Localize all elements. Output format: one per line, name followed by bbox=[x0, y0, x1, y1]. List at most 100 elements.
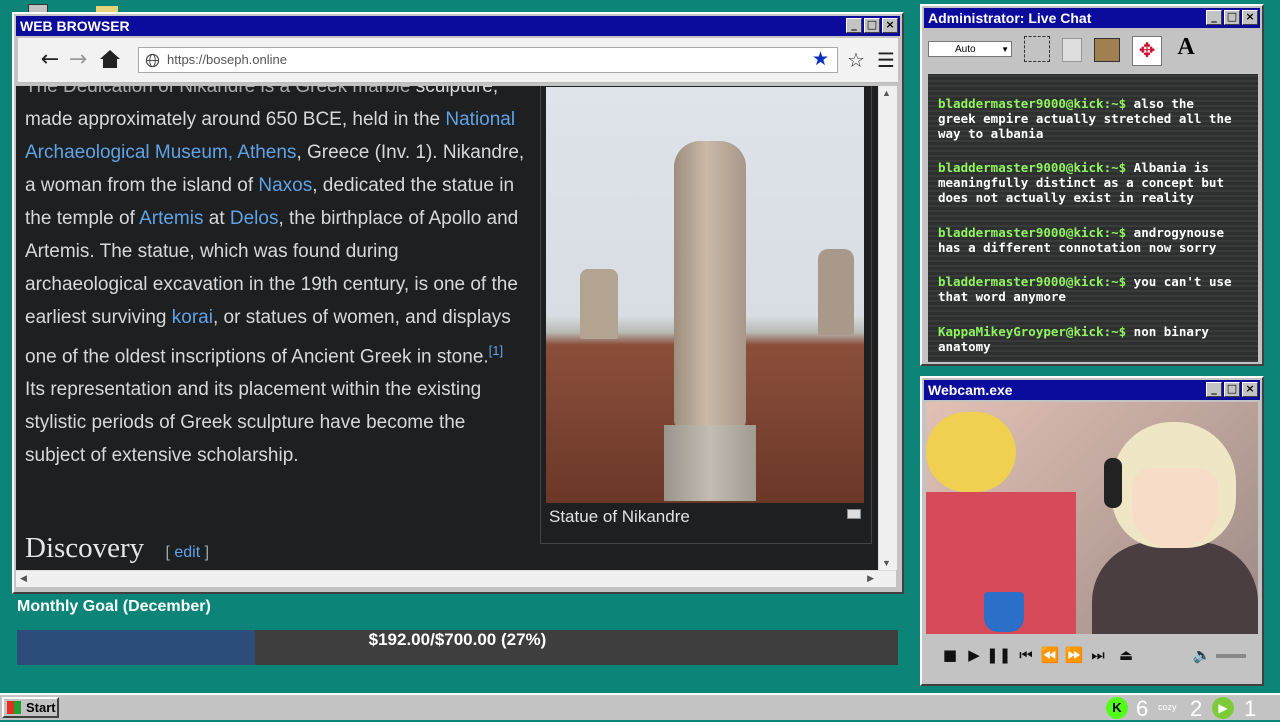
goal-title: Monthly Goal (December) bbox=[17, 598, 211, 615]
favorites-star-icon[interactable]: ☆ bbox=[844, 48, 868, 72]
chat-message: KappaMikeyGroyper@kick:~$ non binary ana… bbox=[938, 324, 1209, 354]
scroll-left-icon[interactable]: ◀ bbox=[20, 573, 27, 584]
skip-forward-icon[interactable]: ⏭ bbox=[1088, 646, 1108, 664]
chat-minimize-button[interactable]: _ bbox=[1206, 10, 1222, 25]
browser-toolbar: ← → https://boseph.online ★ ☆ ☰ bbox=[18, 38, 898, 83]
plush-toy bbox=[926, 412, 1016, 492]
chat-close-button[interactable]: × bbox=[1242, 10, 1258, 25]
play-circle-icon[interactable]: ▶ bbox=[1212, 697, 1234, 719]
statue-photo[interactable] bbox=[546, 87, 864, 503]
reference-link[interactable]: [1] bbox=[489, 343, 503, 358]
play-icon[interactable]: ▶ bbox=[964, 646, 984, 664]
link-artemis[interactable]: Artemis bbox=[139, 208, 203, 229]
eject-icon[interactable]: ⏏ bbox=[1116, 646, 1136, 664]
close-button[interactable]: × bbox=[882, 18, 898, 33]
section-title: Discovery bbox=[25, 532, 145, 564]
scroll-down-icon[interactable]: ▼ bbox=[882, 558, 891, 568]
mug bbox=[984, 592, 1024, 632]
section-heading: Discovery [ edit ] bbox=[25, 532, 209, 565]
edit-bracket-open: [ bbox=[165, 544, 170, 561]
chat-messages: bladdermaster9000@kick:~$ also the greek… bbox=[928, 74, 1258, 362]
chat-toolbar: Auto ▼ ✥ A bbox=[926, 30, 1258, 70]
text-tool-icon[interactable]: A bbox=[1172, 34, 1200, 62]
link-delos[interactable]: Delos bbox=[230, 208, 279, 229]
chat-message: bladdermaster9000@kick:~$ androgynouse h… bbox=[938, 225, 1224, 255]
avatar-body bbox=[1092, 542, 1258, 634]
font-size-value: Auto bbox=[955, 44, 976, 55]
start-label: Start bbox=[26, 700, 56, 715]
webcam-title: Webcam.exe bbox=[928, 382, 1013, 398]
webcam-window: Webcam.exe _ □ × ■ ▶ ❚❚ ⏮ ⏪ ⏩ ⏭ ⏏ 🔈 bbox=[920, 376, 1264, 686]
kick-icon[interactable]: K bbox=[1106, 697, 1128, 719]
volume-slider[interactable] bbox=[1216, 654, 1246, 658]
browser-titlebar[interactable]: WEB BROWSER _ □ × bbox=[16, 16, 900, 36]
avatar-face bbox=[1132, 468, 1218, 548]
enlarge-icon[interactable] bbox=[847, 509, 861, 519]
statue-pedestal bbox=[664, 425, 756, 501]
cozy-label: cozy bbox=[1158, 702, 1177, 712]
font-size-select[interactable]: Auto ▼ bbox=[928, 41, 1012, 57]
edit-section: [ edit ] bbox=[165, 544, 209, 561]
minimize-button[interactable]: _ bbox=[846, 18, 862, 33]
headphones-icon bbox=[1104, 458, 1122, 508]
goal-progress-bar: $192.00/$700.00 (27%) bbox=[17, 630, 898, 665]
scroll-right-icon[interactable]: ▶ bbox=[867, 573, 874, 584]
pause-icon[interactable]: ❚❚ bbox=[986, 646, 1011, 664]
windows-logo-icon bbox=[7, 701, 21, 714]
back-arrow-icon[interactable]: ← bbox=[38, 48, 62, 72]
chat-title: Administrator: Live Chat bbox=[928, 10, 1092, 26]
goal-amount-text: $192.00/$700.00 (27%) bbox=[368, 630, 547, 649]
edit-link[interactable]: edit bbox=[174, 544, 200, 561]
globe-icon bbox=[145, 53, 160, 68]
browser-title: WEB BROWSER bbox=[20, 18, 130, 34]
media-controls: ■ ▶ ❚❚ ⏮ ⏪ ⏩ ⏭ ⏏ 🔈 bbox=[926, 638, 1258, 674]
article-text-7: Its representation and its placement wit… bbox=[25, 379, 482, 467]
volume-icon[interactable]: 🔈 bbox=[1192, 646, 1212, 664]
article-text-4: at bbox=[203, 208, 230, 229]
home-icon[interactable] bbox=[98, 48, 122, 72]
menu-icon[interactable]: ☰ bbox=[874, 48, 898, 72]
stop-icon[interactable]: ■ bbox=[940, 646, 960, 664]
address-bar[interactable]: https://boseph.online ★ bbox=[138, 47, 838, 73]
copy-icon[interactable] bbox=[1062, 38, 1082, 62]
webcam-maximize-button[interactable]: □ bbox=[1224, 382, 1240, 397]
link-naxos[interactable]: Naxos bbox=[258, 175, 312, 196]
chat-message: bladdermaster9000@kick:~$ Albania is mea… bbox=[938, 160, 1224, 205]
chat-message: bladdermaster9000@kick:~$ also the greek… bbox=[938, 96, 1232, 141]
chat-message: bladdermaster9000@kick:~$ you can't use … bbox=[938, 274, 1232, 304]
horizontal-scrollbar[interactable]: ◀ ▶ bbox=[16, 570, 896, 587]
move-tool-icon[interactable]: ✥ bbox=[1132, 36, 1162, 66]
article-figure: Statue of Nikandre bbox=[540, 86, 872, 544]
bookmark-star-icon[interactable]: ★ bbox=[812, 48, 829, 72]
url-text: https://boseph.online bbox=[167, 52, 287, 67]
skip-back-icon[interactable]: ⏮ bbox=[1016, 646, 1036, 664]
webcam-close-button[interactable]: × bbox=[1242, 382, 1258, 397]
select-tool-icon[interactable] bbox=[1024, 36, 1050, 62]
webcam-feed bbox=[926, 402, 1258, 634]
chat-window: Administrator: Live Chat _ □ × Auto ▼ ✥ … bbox=[920, 4, 1264, 366]
chat-titlebar[interactable]: Administrator: Live Chat _ □ × bbox=[924, 8, 1260, 28]
browser-window: WEB BROWSER _ □ × ← → https://boseph.onl… bbox=[12, 12, 904, 594]
start-button[interactable]: Start bbox=[2, 697, 59, 718]
webcam-minimize-button[interactable]: _ bbox=[1206, 382, 1222, 397]
webcam-titlebar[interactable]: Webcam.exe _ □ × bbox=[924, 380, 1260, 400]
kick-viewer-count: 6 bbox=[1136, 696, 1149, 721]
article-cut-line: The Dedication of Nikandre is a Greek ma… bbox=[25, 86, 411, 97]
rewind-icon[interactable]: ⏪ bbox=[1040, 646, 1060, 664]
paste-icon[interactable] bbox=[1094, 38, 1120, 62]
taskbar: Start K 6 cozy 2 ▶ 1 bbox=[0, 693, 1280, 721]
link-korai[interactable]: korai bbox=[172, 307, 213, 328]
scroll-up-icon[interactable]: ▲ bbox=[882, 88, 891, 98]
page-content: The Dedication of Nikandre is a Greek ma… bbox=[16, 86, 878, 570]
right-statue bbox=[818, 249, 854, 335]
main-statue bbox=[674, 141, 746, 427]
chat-maximize-button[interactable]: □ bbox=[1224, 10, 1240, 25]
third-viewer-count: 1 bbox=[1244, 696, 1257, 721]
forward-arrow-icon[interactable]: → bbox=[66, 48, 90, 72]
left-statue bbox=[580, 269, 618, 339]
cozy-viewer-count: 2 bbox=[1190, 696, 1203, 721]
fast-forward-icon[interactable]: ⏩ bbox=[1064, 646, 1084, 664]
figure-caption: Statue of Nikandre bbox=[549, 507, 690, 526]
vertical-scrollbar[interactable]: ▲ ▼ bbox=[878, 86, 897, 570]
maximize-button[interactable]: □ bbox=[864, 18, 880, 33]
